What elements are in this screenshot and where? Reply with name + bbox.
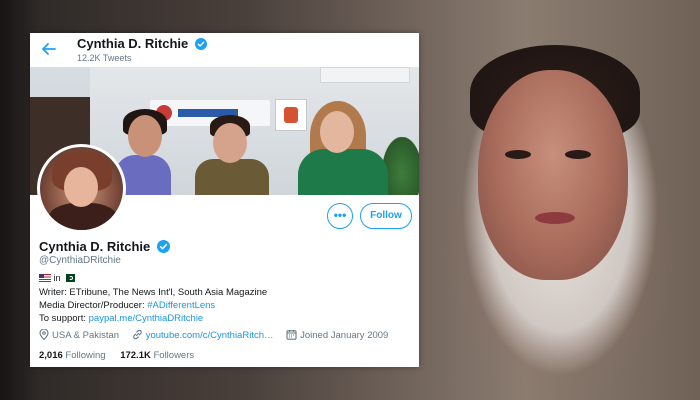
header-name: Cynthia D. Ritchie <box>77 36 207 51</box>
bio-line-1: Writer: ETribune, The News Int'l, South … <box>39 287 268 298</box>
followers-stat[interactable]: 172.1K Followers <box>120 350 194 361</box>
bio-line-2: Media Director/Producer: #ADifferentLens <box>39 299 267 312</box>
banner-person-3 <box>298 149 388 195</box>
banner-air-conditioner <box>320 67 410 83</box>
header-name-text: Cynthia D. Ritchie <box>77 36 189 51</box>
banner-emblem <box>275 99 307 131</box>
background-eye-left <box>505 150 531 159</box>
bio-line-3: To support: paypal.me/CynthiaDRitchie <box>39 312 267 325</box>
followers-label: Followers <box>153 350 195 361</box>
location-item: USA & Pakistan <box>39 329 119 341</box>
link-icon <box>132 329 142 340</box>
bio-flags-line: in <box>39 273 76 283</box>
location-text: USA & Pakistan <box>52 330 120 341</box>
header-tweet-count: 12.2K Tweets <box>77 53 132 63</box>
following-stat[interactable]: 2,016 Following <box>39 350 106 361</box>
joined-text: Joined January 2009 <box>300 330 389 341</box>
twitter-profile-card: Cynthia D. Ritchie 12.2K Tweets ••• Foll… <box>30 33 419 367</box>
profile-meta: USA & Pakistan youtube.com/c/CynthiaRitc… <box>39 329 398 341</box>
follow-button[interactable]: Follow <box>360 203 412 229</box>
avatar[interactable] <box>37 144 126 233</box>
pakistan-flag-icon <box>63 274 76 282</box>
banner-person-3-head <box>320 111 354 153</box>
website-link[interactable]: youtube.com/c/CynthiaRitch… <box>146 330 274 341</box>
more-options-button[interactable]: ••• <box>327 203 353 229</box>
following-label: Following <box>65 350 106 361</box>
avatar-face <box>64 167 98 207</box>
banner-person-1-head <box>128 115 162 157</box>
profile-name: Cynthia D. Ritchie <box>39 239 170 254</box>
bio-line-2-prefix: Media Director/Producer: <box>39 300 148 311</box>
hashtag-link[interactable]: #ADifferentLens <box>147 300 215 311</box>
us-flag-icon <box>39 274 51 282</box>
following-count: 2,016 <box>39 350 63 361</box>
back-arrow-icon[interactable] <box>41 41 57 57</box>
location-pin-icon <box>39 329 49 340</box>
background-eye-right <box>565 150 591 159</box>
profile-bio: Writer: ETribune, The News Int'l, South … <box>39 286 267 325</box>
verified-badge-icon <box>156 240 170 253</box>
profile-top-bar: Cynthia D. Ritchie 12.2K Tweets <box>30 33 419 67</box>
bio-line-3-prefix: To support: <box>39 313 89 324</box>
calendar-icon <box>286 330 297 340</box>
verified-badge-icon <box>194 38 207 50</box>
paypal-link[interactable]: paypal.me/CynthiaDRitchie <box>89 313 204 324</box>
profile-handle: @CynthiaDRitchie <box>39 255 121 266</box>
website-item: youtube.com/c/CynthiaRitch… <box>132 329 274 341</box>
background-lips <box>535 212 575 224</box>
bio-in-text: in <box>53 273 61 283</box>
avatar-photo <box>40 147 123 230</box>
profile-name-text: Cynthia D. Ritchie <box>39 239 151 254</box>
background-face <box>478 70 628 280</box>
joined-item: Joined January 2009 <box>286 329 388 341</box>
banner-person-2-head <box>213 123 247 163</box>
profile-stats: 2,016 Following 172.1K Followers <box>39 350 206 361</box>
avatar-dress <box>48 203 118 230</box>
banner-person-2 <box>195 159 269 195</box>
followers-count: 172.1K <box>120 350 151 361</box>
